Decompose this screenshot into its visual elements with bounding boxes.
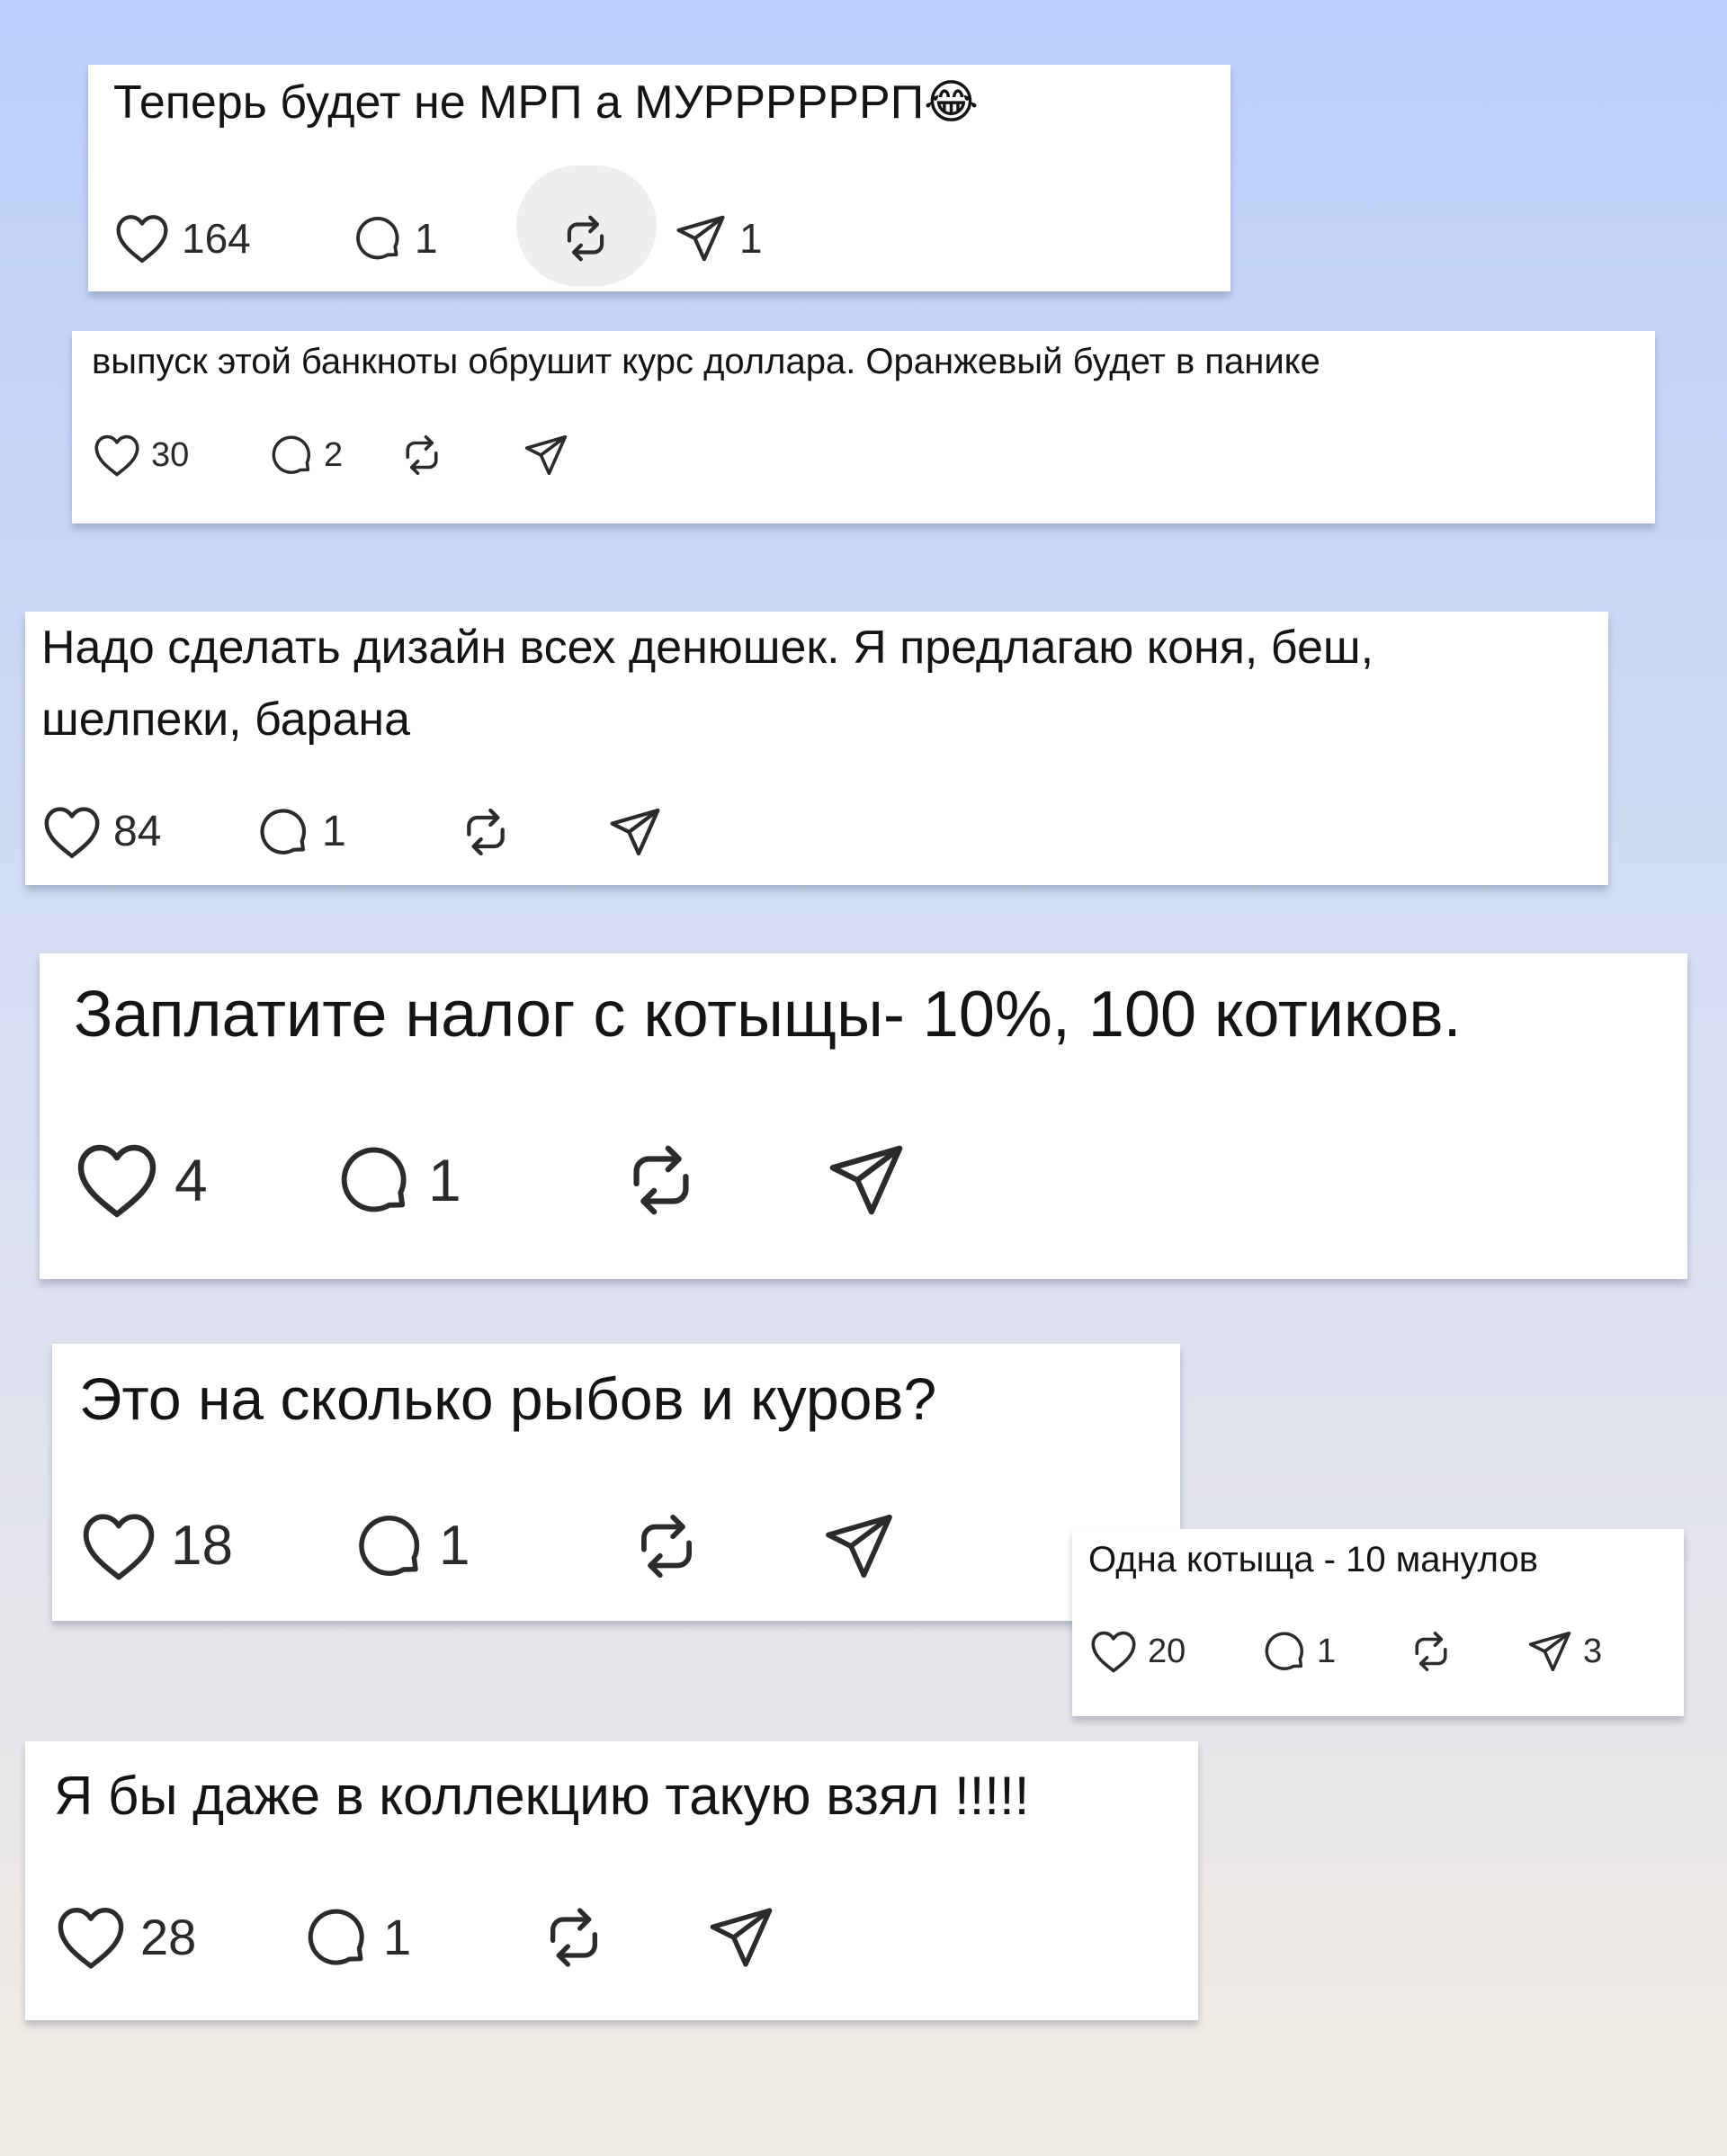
comment-card-5: Это на сколько рыбов и куров? 18 1	[52, 1344, 1180, 1621]
comment-text: Теперь будет не МРП а МУРРРРРРП😂	[113, 76, 979, 129]
repost-button[interactable]	[1407, 1628, 1455, 1675]
reply-count: 1	[428, 1147, 461, 1213]
reply-count: 2	[324, 436, 344, 474]
reply-count: 1	[1317, 1633, 1337, 1670]
reply-count: 1	[439, 1515, 470, 1577]
reply-button[interactable]: 2	[268, 432, 343, 479]
share-button[interactable]	[606, 804, 664, 860]
comment-bubble-icon	[352, 212, 404, 264]
paper-plane-icon	[820, 1507, 898, 1585]
like-button[interactable]: 84	[41, 804, 161, 860]
share-button[interactable]: 1	[673, 212, 763, 264]
like-button[interactable]: 4	[74, 1141, 208, 1220]
share-button[interactable]: 3	[1526, 1628, 1602, 1675]
comment-card-6: Одна котыща - 10 манулов 20 1 3	[1072, 1529, 1684, 1716]
heart-icon	[1088, 1629, 1139, 1674]
paper-plane-icon	[1526, 1627, 1574, 1676]
repost-arrows-icon	[619, 1138, 703, 1222]
share-button[interactable]	[705, 1903, 777, 1972]
heart-icon	[92, 433, 142, 478]
reply-count: 1	[383, 1909, 412, 1965]
heart-icon	[54, 1904, 128, 1971]
like-button[interactable]: 164	[113, 212, 251, 264]
reply-button[interactable]: 1	[335, 1141, 461, 1220]
repost-arrows-icon	[457, 803, 515, 861]
reply-button[interactable]: 1	[1261, 1628, 1336, 1675]
heart-icon	[79, 1510, 158, 1582]
like-button[interactable]: 28	[54, 1903, 196, 1972]
comment-bubble-icon	[268, 432, 315, 479]
share-button[interactable]	[824, 1141, 908, 1220]
reply-button[interactable]: 1	[255, 804, 346, 860]
like-button[interactable]: 20	[1088, 1628, 1186, 1675]
comment-bubble-icon	[1261, 1628, 1308, 1675]
comment-text: Заплатите налог с котыщы- 10%, 100 котик…	[74, 979, 1462, 1051]
paper-plane-icon	[673, 210, 729, 266]
paper-plane-icon	[705, 1901, 777, 1973]
reply-count: 1	[415, 215, 438, 262]
like-count: 18	[171, 1515, 233, 1577]
share-button[interactable]	[820, 1509, 898, 1583]
repost-button[interactable]	[457, 804, 515, 860]
comment-card-2: выпуск этой банкноты обрушит курс доллар…	[72, 331, 1655, 523]
reply-button[interactable]: 1	[352, 212, 438, 264]
like-count: 4	[174, 1147, 208, 1213]
paper-plane-icon	[824, 1138, 908, 1222]
like-button[interactable]: 30	[92, 432, 189, 479]
comment-bubble-icon	[353, 1509, 426, 1583]
reply-button[interactable]: 1	[302, 1903, 411, 1972]
comment-text: Надо сделать дизайн всех денюшек. Я пред…	[41, 622, 1374, 746]
repost-arrows-icon	[398, 431, 446, 479]
like-count: 28	[140, 1909, 197, 1965]
comment-text: Я бы даже в коллекцию такую взял !!!!!	[54, 1766, 1030, 1826]
repost-arrows-icon	[628, 1507, 705, 1585]
repost-button[interactable]	[628, 1509, 705, 1583]
comment-bubble-icon	[255, 804, 311, 860]
comment-card-7: Я бы даже в коллекцию такую взял !!!!! 2…	[25, 1741, 1198, 2020]
reply-count: 1	[322, 808, 346, 855]
like-button[interactable]: 18	[79, 1509, 233, 1583]
repost-button[interactable]	[538, 1903, 610, 1972]
comment-bubble-icon	[335, 1141, 414, 1220]
share-count: 1	[739, 215, 763, 262]
comment-card-1: Теперь будет не МРП а МУРРРРРРП😂 164 1 1	[88, 65, 1230, 291]
comment-card-4: Заплатите налог с котыщы- 10%, 100 котик…	[40, 953, 1687, 1279]
reply-button[interactable]: 1	[353, 1509, 470, 1583]
like-count: 30	[151, 436, 190, 474]
heart-icon	[74, 1141, 160, 1220]
heart-icon	[41, 804, 103, 860]
share-count: 3	[1583, 1633, 1603, 1670]
repost-arrows-icon	[1407, 1627, 1455, 1676]
like-count: 20	[1148, 1633, 1186, 1670]
share-button[interactable]	[522, 432, 570, 479]
comment-text: выпуск этой банкноты обрушит курс доллар…	[92, 342, 1320, 381]
comment-bubble-icon	[302, 1903, 371, 1972]
repost-arrows-icon	[558, 210, 613, 266]
paper-plane-icon	[522, 431, 570, 479]
heart-icon	[113, 212, 171, 264]
paper-plane-icon	[606, 803, 664, 861]
repost-button[interactable]	[398, 432, 446, 479]
comment-text: Это на сколько рыбов и куров?	[79, 1365, 937, 1432]
repost-arrows-icon	[538, 1901, 610, 1973]
repost-button[interactable]	[619, 1141, 703, 1220]
comment-card-3: Надо сделать дизайн всех денюшек. Я пред…	[25, 612, 1608, 885]
like-count: 84	[113, 808, 162, 855]
comment-text: Одна котыща - 10 манулов	[1088, 1540, 1538, 1579]
like-count: 164	[182, 215, 251, 262]
repost-button[interactable]	[558, 212, 613, 264]
